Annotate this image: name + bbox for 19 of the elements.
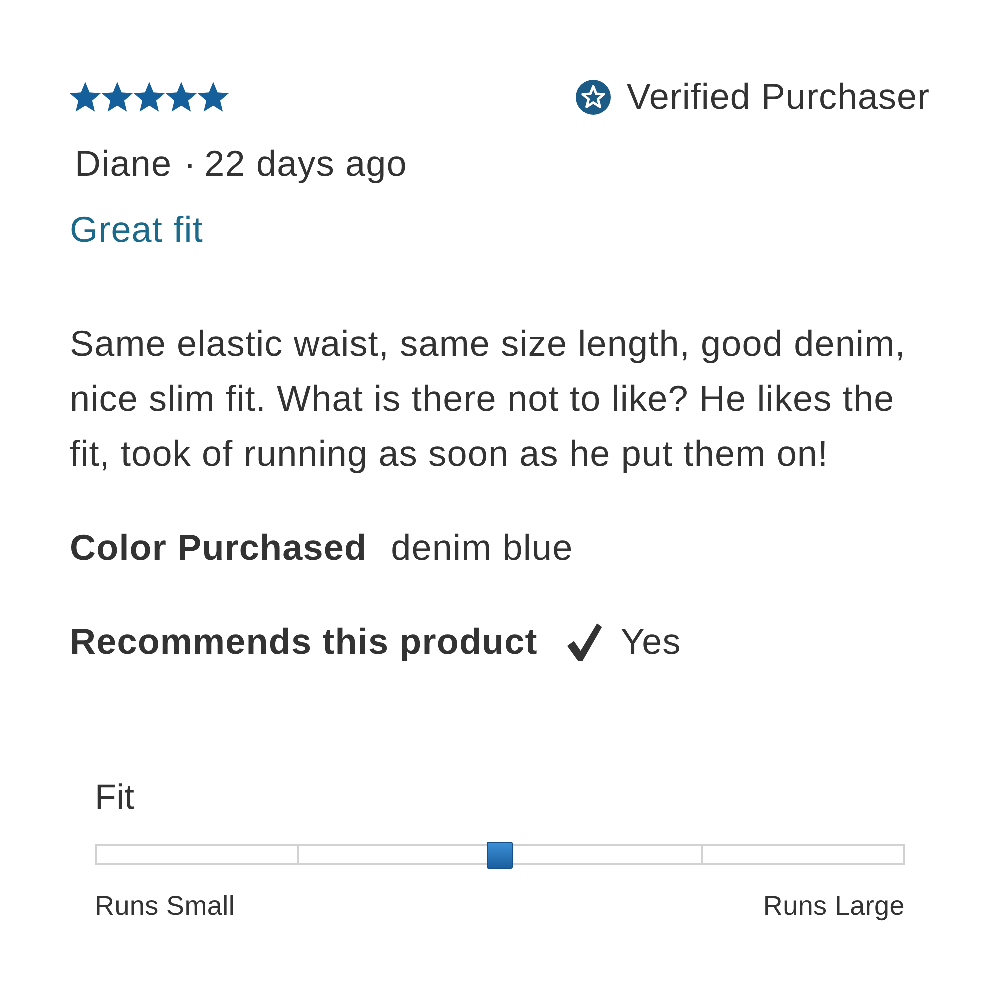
star-icon: [134, 82, 165, 112]
star-icon: [166, 82, 197, 112]
author-name: Diane: [75, 144, 172, 184]
max-label: Runs Large: [763, 891, 905, 921]
separator-dot: ·: [184, 144, 197, 184]
attribute-value: denim blue: [391, 528, 574, 568]
min-label: Runs Small: [95, 891, 236, 921]
attribute-label: Recommends this product: [70, 622, 538, 662]
star-icon: [102, 82, 133, 112]
verified-purchaser-label: Verified Purchaser: [626, 77, 930, 117]
fit-label: Fit: [95, 778, 135, 817]
review-date: 22 days ago: [204, 144, 408, 184]
attribute-label: Color Purchased: [70, 528, 368, 568]
star-icon: [70, 82, 101, 112]
star-icon: [198, 82, 229, 112]
review-text: Same elastic waist, same size length, good denim, nice slim fit. What is there not to like? He likes the fit, took of running as soon as he put them on!: [70, 322, 907, 476]
star-badge-icon: [576, 80, 611, 114]
attribute-value: Yes: [620, 622, 682, 662]
review-title: Great fit: [70, 209, 204, 250]
